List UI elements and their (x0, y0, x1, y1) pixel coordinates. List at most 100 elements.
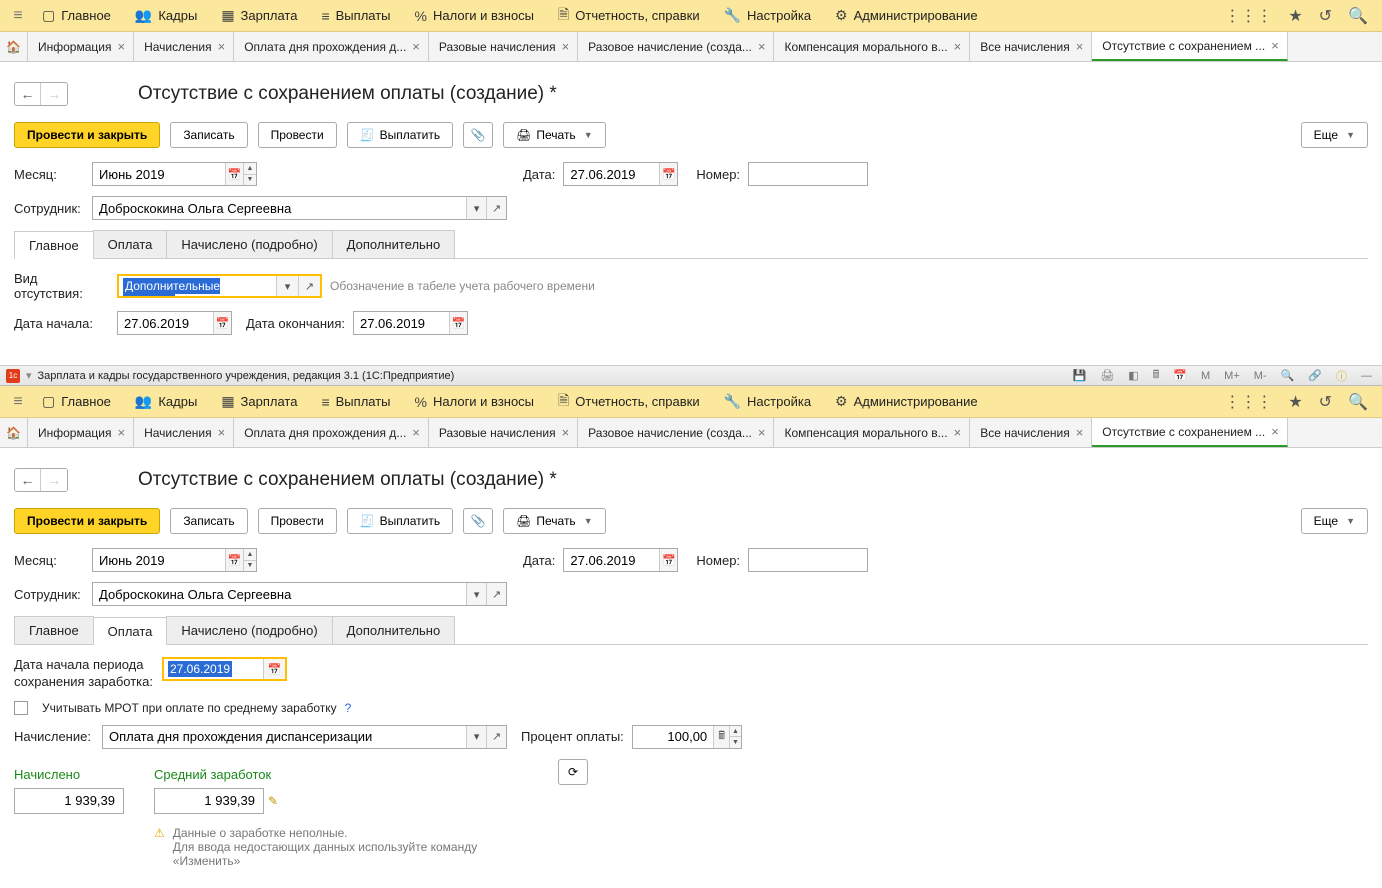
calendar-icon[interactable]: 📅 (449, 312, 467, 334)
nav-settings[interactable]: 🔧Настройка (712, 7, 823, 24)
close-icon[interactable]: × (562, 39, 570, 54)
absence-type-input[interactable]: Дополнительные выходны ▾ ↗ (117, 274, 322, 298)
accrual-type-field[interactable] (103, 726, 466, 748)
close-icon[interactable]: × (1076, 39, 1084, 54)
print-button[interactable]: 🖨Печать▼ (503, 122, 605, 148)
hamburger-icon[interactable]: ≡ (6, 393, 30, 411)
date-field[interactable] (564, 549, 659, 571)
number-input[interactable] (748, 162, 868, 186)
itab-main[interactable]: Главное (14, 616, 94, 644)
itab-payment[interactable]: Оплата (93, 230, 168, 258)
spin-up[interactable]: ▲ (244, 549, 256, 561)
nav-main[interactable]: ▢Главное (30, 393, 123, 410)
compare-icon[interactable]: ◧ (1124, 369, 1142, 382)
hamburger-icon[interactable]: ≡ (6, 7, 30, 25)
minimize-icon[interactable]: — (1357, 370, 1376, 382)
pay-button[interactable]: 🧾Выплатить (347, 122, 453, 148)
calendar-icon[interactable]: 📅 (659, 163, 677, 185)
close-icon[interactable]: × (758, 425, 766, 440)
calendar-icon[interactable]: 📅 (263, 659, 285, 679)
calendar-icon[interactable]: 📅 (213, 312, 231, 334)
tab-compensation[interactable]: Компенсация морального в...× (774, 32, 970, 61)
refresh-button[interactable]: ⟳ (558, 759, 588, 785)
tab-payment-day[interactable]: Оплата дня прохождения д...× (234, 32, 429, 61)
spin-up[interactable]: ▲ (244, 163, 256, 175)
nav-admin[interactable]: ⚙Администрирование (823, 7, 990, 24)
nav-zarplata[interactable]: ▦Зарплата (209, 7, 309, 24)
more-button[interactable]: Еще▼ (1301, 508, 1368, 534)
close-icon[interactable]: × (117, 39, 125, 54)
tab-info[interactable]: Информация× (28, 418, 134, 447)
open-icon[interactable]: ↗ (486, 583, 506, 605)
absence-type-value[interactable]: Дополнительные выходны (123, 278, 220, 296)
tab-all-accruals[interactable]: Все начисления× (970, 32, 1092, 61)
close-icon[interactable]: × (117, 425, 125, 440)
month-input[interactable]: 📅 ▲▼ (92, 162, 257, 186)
tab-one-time[interactable]: Разовые начисления× (429, 418, 578, 447)
spin-down[interactable]: ▼ (730, 737, 741, 748)
nav-vyplaty[interactable]: ≡Выплаты (309, 394, 402, 410)
edit-icon[interactable]: ✎ (268, 794, 278, 808)
mrot-checkbox[interactable] (14, 701, 28, 715)
close-icon[interactable]: × (1271, 424, 1279, 439)
month-field[interactable] (93, 163, 225, 185)
post-button[interactable]: Провести (258, 122, 337, 148)
spin-down[interactable]: ▼ (244, 561, 256, 572)
number-input[interactable] (748, 548, 868, 572)
close-icon[interactable]: × (1271, 38, 1279, 53)
dropdown-icon[interactable]: ▾ (466, 583, 486, 605)
calendar-icon[interactable]: 📅 (1169, 369, 1191, 382)
itab-main[interactable]: Главное (14, 231, 94, 259)
open-icon[interactable]: ↗ (298, 276, 320, 296)
calendar-icon[interactable]: 📅 (659, 549, 677, 571)
period-start-input[interactable]: 27.06.2019 📅 (162, 657, 287, 681)
calendar-icon[interactable]: 📅 (225, 549, 243, 571)
close-icon[interactable]: × (954, 39, 962, 54)
itab-extra[interactable]: Дополнительно (332, 230, 456, 258)
nav-zarplata[interactable]: ▦Зарплата (209, 393, 309, 410)
end-date-input[interactable]: 📅 (353, 311, 468, 335)
back-button[interactable]: ← (15, 469, 41, 491)
nav-settings[interactable]: 🔧Настройка (712, 393, 823, 410)
employee-input[interactable]: ▾ ↗ (92, 582, 507, 606)
date-input[interactable]: 📅 (563, 548, 678, 572)
post-and-close-button[interactable]: Провести и закрыть (14, 122, 160, 148)
nav-main[interactable]: ▢Главное (30, 7, 123, 24)
calc-icon[interactable]: 🖩 (713, 726, 729, 748)
post-button[interactable]: Провести (258, 508, 337, 534)
close-icon[interactable]: × (218, 425, 226, 440)
end-date-field[interactable] (354, 312, 449, 334)
m-icon[interactable]: M (1197, 370, 1214, 382)
star-icon[interactable]: ★ (1280, 6, 1310, 26)
history-icon[interactable]: ↺ (1311, 392, 1340, 412)
nav-nalogi[interactable]: %Налоги и взносы (403, 394, 547, 410)
home-tab[interactable]: 🏠 (0, 32, 28, 61)
percent-field[interactable] (633, 726, 713, 748)
nav-admin[interactable]: ⚙Администрирование (823, 393, 990, 410)
search-icon[interactable]: 🔍 (1340, 392, 1376, 412)
accrual-type-input[interactable]: ▾ ↗ (102, 725, 507, 749)
attach-button[interactable]: 📎 (463, 508, 493, 534)
calendar-icon[interactable]: 📅 (225, 163, 243, 185)
write-button[interactable]: Записать (170, 122, 247, 148)
tab-one-time[interactable]: Разовые начисления× (429, 32, 578, 61)
nav-vyplaty[interactable]: ≡Выплаты (309, 8, 402, 24)
attach-button[interactable]: 📎 (463, 122, 493, 148)
star-icon[interactable]: ★ (1280, 392, 1310, 412)
nav-nalogi[interactable]: %Налоги и взносы (403, 8, 547, 24)
forward-button[interactable]: → (41, 83, 67, 105)
spin-down[interactable]: ▼ (244, 175, 256, 186)
itab-detailed[interactable]: Начислено (подробно) (166, 616, 332, 644)
dropdown-icon[interactable]: ▾ (276, 276, 298, 296)
number-field[interactable] (749, 163, 867, 185)
pay-button[interactable]: 🧾Выплатить (347, 508, 453, 534)
calc-icon[interactable]: 🖩 (1149, 366, 1164, 385)
start-date-field[interactable] (118, 312, 213, 334)
search-icon[interactable]: 🔍 (1340, 6, 1376, 26)
close-icon[interactable]: × (1076, 425, 1084, 440)
more-button[interactable]: Еще▼ (1301, 122, 1368, 148)
help-icon[interactable]: ? (345, 701, 352, 715)
nav-reports[interactable]: 🗎Отчетность, справки (546, 4, 712, 28)
percent-input[interactable]: 🖩 ▲▼ (632, 725, 742, 749)
month-field[interactable] (93, 549, 225, 571)
